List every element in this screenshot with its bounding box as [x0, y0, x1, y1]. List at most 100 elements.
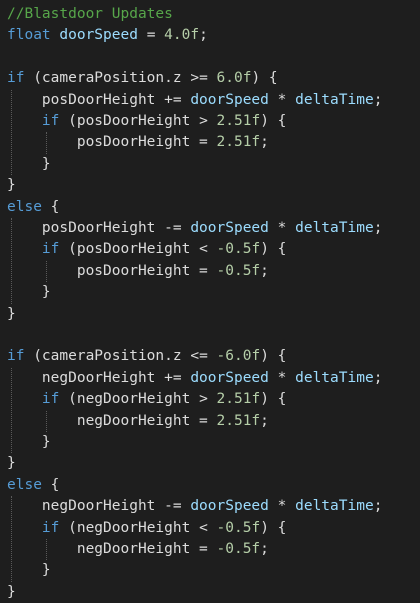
- code-token: ) {: [260, 348, 287, 365]
- code-token: *: [268, 369, 296, 386]
- code-token: doorSpeed: [190, 369, 269, 386]
- code-token: 2.51f: [216, 134, 261, 151]
- code-token: doorSpeed: [59, 27, 138, 44]
- code-line: if (negDoorHeight < -0.5f) {: [7, 518, 286, 539]
- code-line: if (negDoorHeight > 2.51f) {: [7, 389, 286, 410]
- code-token: (cameraPosition.z >=: [24, 70, 217, 87]
- code-token: }: [7, 455, 16, 472]
- code-token: }: [7, 177, 16, 194]
- code-line: else {: [7, 475, 59, 496]
- code-token: 4.0f: [164, 27, 200, 44]
- code-line: }: [7, 560, 51, 581]
- code-line: //Blastdoor Updates: [7, 4, 173, 25]
- code-token: posDoorHeight -=: [7, 220, 191, 236]
- code-token: posDoorHeight =: [7, 134, 217, 151]
- code-token: deltaTime: [295, 498, 374, 515]
- code-token: negDoorHeight -=: [7, 498, 191, 515]
- code-token: ;: [260, 134, 269, 151]
- code-token: negDoorHeight =: [7, 541, 217, 557]
- code-line: }: [7, 175, 16, 196]
- code-token: -6.0f: [216, 348, 261, 365]
- code-token: =: [137, 27, 165, 44]
- code-line: }: [7, 282, 51, 303]
- code-token: if: [41, 113, 60, 129]
- code-token: else: [7, 476, 42, 493]
- code-token: -0.5f: [216, 519, 261, 536]
- code-token: }: [7, 434, 51, 450]
- code-token: (posDoorHeight >: [59, 113, 217, 129]
- code-line: negDoorHeight = 2.51f;: [7, 411, 269, 432]
- code-token: doorSpeed: [190, 498, 269, 515]
- code-token: ;: [373, 369, 383, 386]
- code-token: {: [41, 198, 60, 215]
- code-token: deltaTime: [295, 220, 374, 236]
- code-token: //Blastdoor Updates: [7, 6, 173, 22]
- code-line: if (posDoorHeight < -0.5f) {: [7, 239, 286, 260]
- code-token: *: [268, 91, 296, 108]
- code-token: ;: [260, 541, 269, 557]
- code-token: }: [7, 305, 16, 322]
- code-token: *: [268, 220, 296, 236]
- code-token: if: [41, 241, 60, 258]
- code-token: ;: [260, 412, 269, 429]
- code-token: (cameraPosition.z <=: [24, 348, 217, 365]
- code-token: if: [7, 348, 25, 365]
- code-token: float: [7, 27, 51, 44]
- code-token: }: [7, 562, 51, 579]
- code-token: -0.5f: [216, 541, 261, 557]
- code-token: -0.5f: [216, 262, 261, 279]
- code-editor[interactable]: //Blastdoor Updates float doorSpeed = 4.0…: [0, 0, 420, 603]
- code-token: 2.51f: [216, 412, 261, 429]
- code-line: posDoorHeight = -0.5f;: [7, 261, 269, 282]
- code-line: }: [7, 304, 16, 325]
- code-line: negDoorHeight = -0.5f;: [7, 539, 269, 560]
- code-token: }: [7, 155, 51, 172]
- code-line: if (cameraPosition.z >= 6.0f) {: [7, 68, 278, 89]
- code-token: posDoorHeight +=: [7, 91, 191, 108]
- code-line: if (posDoorHeight > 2.51f) {: [7, 111, 286, 132]
- code-token: ) {: [260, 241, 287, 258]
- code-token: if: [41, 391, 60, 408]
- code-token: ) {: [260, 113, 287, 129]
- code-token: }: [7, 583, 16, 600]
- code-line: }: [7, 432, 51, 453]
- code-token: deltaTime: [295, 369, 374, 386]
- code-line: else {: [7, 197, 59, 218]
- code-token: negDoorHeight =: [7, 412, 217, 429]
- code-token: if: [41, 519, 60, 536]
- code-token: else: [7, 198, 42, 215]
- code-token: *: [268, 498, 296, 515]
- code-token: }: [7, 284, 51, 301]
- code-line: posDoorHeight -= doorSpeed * deltaTime;: [7, 218, 383, 239]
- code-line: float doorSpeed = 4.0f;: [7, 25, 208, 46]
- code-token: 6.0f: [216, 70, 252, 87]
- code-token: -0.5f: [216, 241, 261, 258]
- code-line: }: [7, 154, 51, 175]
- code-token: if: [7, 70, 25, 87]
- code-token: (posDoorHeight <: [59, 241, 217, 258]
- code-token: posDoorHeight =: [7, 262, 217, 279]
- code-token: ;: [373, 91, 383, 108]
- code-token: ;: [260, 262, 269, 279]
- code-token: (negDoorHeight <: [59, 519, 217, 536]
- code-line: }: [7, 582, 16, 603]
- code-token: negDoorHeight +=: [7, 369, 191, 386]
- code-token: deltaTime: [295, 91, 374, 108]
- code-line: negDoorHeight -= doorSpeed * deltaTime;: [7, 496, 383, 517]
- code-token: ;: [373, 220, 383, 236]
- code-token: ) {: [260, 391, 287, 408]
- code-token: ;: [199, 27, 208, 44]
- code-token: 2.51f: [216, 113, 261, 129]
- code-line: }: [7, 453, 16, 474]
- code-token: ;: [373, 498, 383, 515]
- code-token: (negDoorHeight >: [59, 391, 217, 408]
- code-token: ) {: [251, 70, 278, 87]
- code-line: posDoorHeight = 2.51f;: [7, 132, 269, 153]
- code-token: 2.51f: [216, 391, 261, 408]
- code-line: if (cameraPosition.z <= -6.0f) {: [7, 346, 286, 367]
- code-token: doorSpeed: [190, 91, 269, 108]
- code-token: {: [41, 476, 60, 493]
